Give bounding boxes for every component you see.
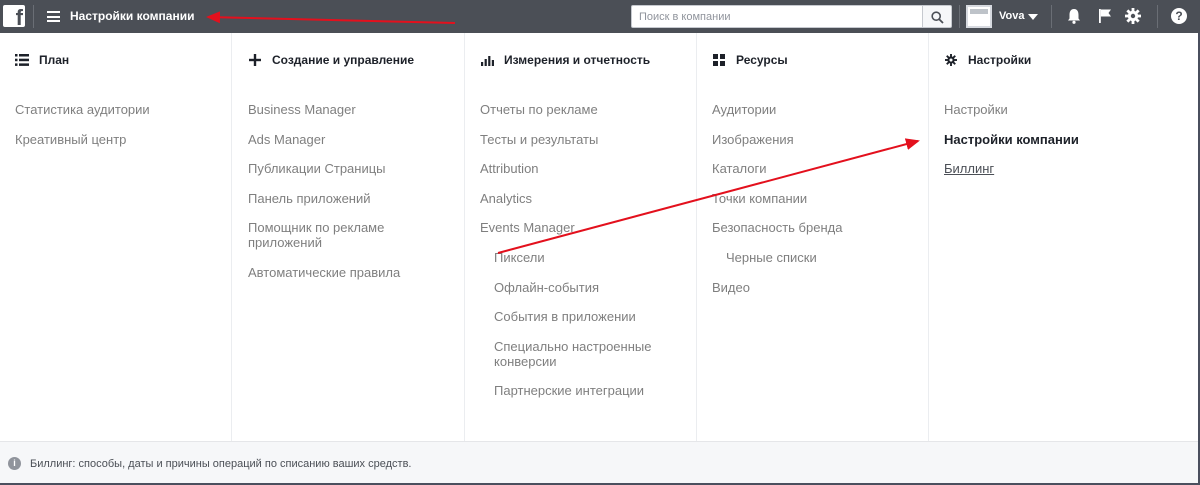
menu-item[interactable]: Креативный центр bbox=[15, 132, 225, 147]
search-input[interactable] bbox=[631, 5, 923, 28]
svg-text:?: ? bbox=[1175, 9, 1182, 23]
top-bar: f Настройки компании Vova bbox=[0, 0, 1200, 33]
menu-item[interactable]: Видео bbox=[712, 280, 922, 295]
facebook-logo-icon[interactable]: f bbox=[3, 5, 25, 29]
topbar-divider bbox=[1051, 5, 1052, 28]
menu-item-active[interactable]: Настройки компании bbox=[944, 132, 1154, 147]
footer-hint-bar: i Биллинг: способы, даты и причины опера… bbox=[0, 441, 1198, 483]
menu-item[interactable]: Analytics bbox=[480, 191, 690, 206]
topbar-divider bbox=[1157, 5, 1158, 28]
menu-subitem[interactable]: События в приложении bbox=[480, 309, 690, 324]
menu-column-resources: Ресурсы Аудитории Изображения Каталоги Т… bbox=[697, 33, 929, 441]
topbar-divider bbox=[959, 5, 960, 28]
menu-subitem[interactable]: Черные списки bbox=[712, 250, 922, 265]
menu-column-create-manage: Создание и управление Business Manager A… bbox=[233, 33, 465, 441]
hamburger-menu-icon[interactable] bbox=[47, 11, 60, 22]
menu-list: Настройки Настройки компании Биллинг bbox=[944, 102, 1154, 191]
topbar-divider bbox=[33, 5, 34, 28]
column-heading: План bbox=[15, 53, 69, 67]
flag-icon[interactable] bbox=[1096, 7, 1114, 25]
menu-list: Отчеты по рекламе Тесты и результаты Att… bbox=[480, 102, 690, 413]
gear-icon bbox=[945, 54, 957, 66]
menu-item[interactable]: Публикации Страницы bbox=[248, 161, 458, 176]
column-heading: Ресурсы bbox=[712, 53, 788, 67]
info-icon: i bbox=[8, 457, 21, 470]
help-icon[interactable]: ? bbox=[1170, 7, 1188, 25]
page-frame: f Настройки компании Vova bbox=[0, 0, 1200, 485]
menu-item[interactable]: Ads Manager bbox=[248, 132, 458, 147]
menu-item[interactable]: Точки компании bbox=[712, 191, 922, 206]
menu-column-measure-report: Измерения и отчетность Отчеты по рекламе… bbox=[465, 33, 697, 441]
menu-list: Аудитории Изображения Каталоги Точки ком… bbox=[712, 102, 922, 309]
menu-item[interactable]: Отчеты по рекламе bbox=[480, 102, 690, 117]
menu-item[interactable]: Настройки bbox=[944, 102, 1154, 117]
search-icon bbox=[931, 11, 944, 24]
menu-item[interactable]: Каталоги bbox=[712, 161, 922, 176]
menu-item[interactable]: Безопасность бренда bbox=[712, 220, 922, 235]
column-heading: Настройки bbox=[944, 53, 1031, 67]
menu-item[interactable]: Панель приложений bbox=[248, 191, 458, 206]
account-avatar-icon[interactable] bbox=[966, 5, 992, 28]
menu-item[interactable]: Business Manager bbox=[248, 102, 458, 117]
column-heading: Создание и управление bbox=[248, 53, 414, 67]
menu-list: Статистика аудитории Креативный центр bbox=[15, 102, 225, 161]
page-title[interactable]: Настройки компании bbox=[70, 9, 194, 23]
menu-item[interactable]: Помощник по рекламе приложений bbox=[248, 220, 458, 250]
menu-subitem[interactable]: Специально настроенные конверсии bbox=[480, 339, 690, 369]
menu-item[interactable]: Изображения bbox=[712, 132, 922, 147]
gear-icon[interactable] bbox=[1124, 7, 1142, 25]
menu-item[interactable]: Автоматические правила bbox=[248, 265, 458, 280]
plus-icon bbox=[249, 54, 261, 66]
menu-subitem[interactable]: Пиксели bbox=[480, 250, 690, 265]
menu-list: Business Manager Ads Manager Публикации … bbox=[248, 102, 458, 295]
menu-column-plan: План Статистика аудитории Креативный цен… bbox=[0, 33, 232, 441]
menu-column-settings: Настройки Настройки Настройки компании Б… bbox=[929, 33, 1198, 441]
menu-item[interactable]: Events Manager bbox=[480, 220, 690, 235]
account-name[interactable]: Vova bbox=[999, 10, 1024, 22]
menu-subitem[interactable]: Офлайн-события bbox=[480, 280, 690, 295]
search-button[interactable] bbox=[923, 5, 952, 28]
business-tools-menu: План Статистика аудитории Креативный цен… bbox=[0, 33, 1198, 441]
column-heading: Измерения и отчетность bbox=[480, 53, 650, 67]
menu-item[interactable]: Статистика аудитории bbox=[15, 102, 225, 117]
bell-icon[interactable] bbox=[1065, 7, 1083, 25]
menu-subitem[interactable]: Партнерские интеграции bbox=[480, 383, 690, 398]
menu-item[interactable]: Attribution bbox=[480, 161, 690, 176]
list-icon bbox=[15, 54, 29, 66]
menu-item[interactable]: Тесты и результаты bbox=[480, 132, 690, 147]
grid-icon bbox=[713, 54, 725, 66]
menu-item-billing[interactable]: Биллинг bbox=[944, 161, 1154, 176]
bar-chart-icon bbox=[481, 56, 494, 66]
footer-hint-text: Биллинг: способы, даты и причины операци… bbox=[30, 458, 412, 470]
menu-item[interactable]: Аудитории bbox=[712, 102, 922, 117]
chevron-down-icon[interactable] bbox=[1028, 14, 1038, 20]
